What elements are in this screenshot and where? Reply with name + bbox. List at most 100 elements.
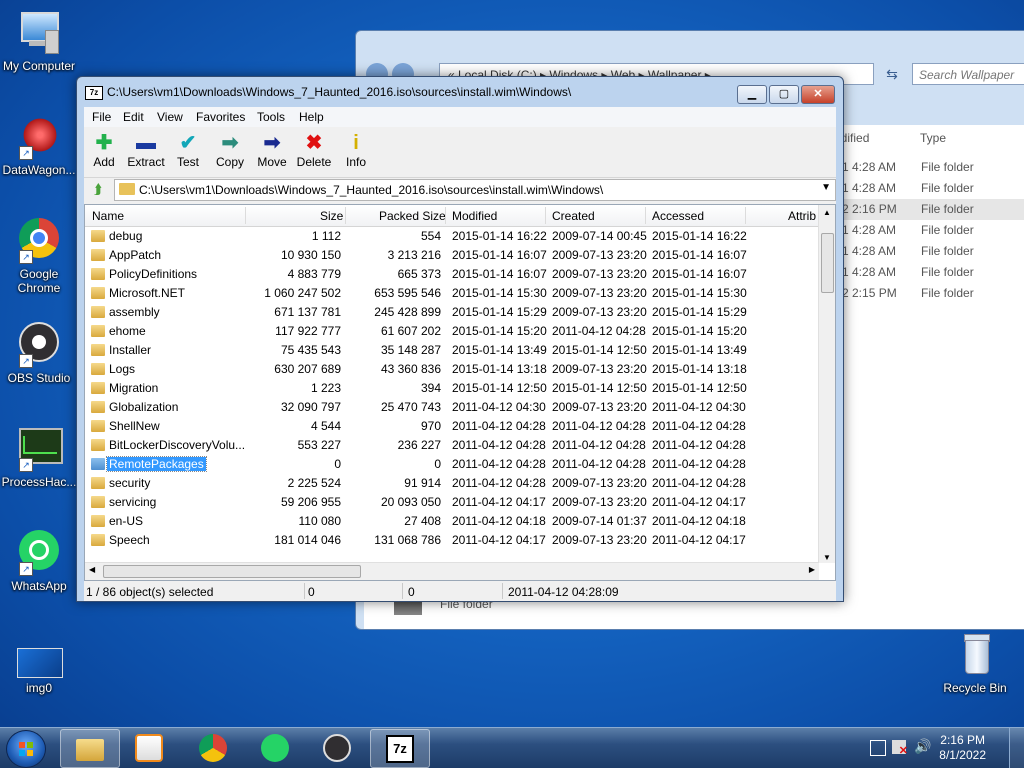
row-name: security [109,476,151,490]
menu-favorites[interactable]: Favorites [196,110,245,124]
explorer-search-input[interactable]: Search Wallpaper [912,63,1024,85]
column-type[interactable]: Type [920,131,946,145]
title-bar[interactable]: 7z C:\Users\vm1\Downloads\Windows_7_Haun… [77,77,843,107]
column-accessed[interactable]: Accessed [652,209,704,223]
test-icon: ✔ [179,132,197,154]
7zip-window[interactable]: 7z C:\Users\vm1\Downloads\Windows_7_Haun… [76,76,844,602]
start-button[interactable] [6,730,46,768]
desktop-icon-processhacker[interactable]: ↗ ProcessHac... [0,424,78,489]
status-modified: 2011-04-12 04:28:09 [508,585,619,599]
desktop-icon-whatsapp[interactable]: ↗ WhatsApp [0,528,78,593]
row-created: 2009-07-13 23:20 [552,495,647,509]
row-modified: 2011-04-12 04:28 [452,438,546,452]
folder-up-icon[interactable]: ⮭ [89,181,107,199]
row-created: 2015-01-14 12:50 [552,381,647,395]
table-row[interactable]: PolicyDefinitions 4 883 779 665 373 2015-01… [85,265,819,284]
table-row[interactable]: ShellNew 4 544 970 2011-04-12 04:28 2011-04-… [85,417,819,436]
row-size: 4 883 779 [287,267,341,281]
delete-button[interactable]: ✖ Delete [294,131,334,169]
network-icon[interactable]: ✕ [892,740,908,757]
table-row[interactable]: AppPatch 10 930 150 3 213 216 2015-01-14 16… [85,246,819,265]
table-row[interactable]: ehome 117 922 777 61 607 202 2015-01-14 15:… [85,322,819,341]
vertical-scrollbar[interactable]: ▲ ▼ [818,205,835,563]
folder-icon [91,496,105,508]
desktop-icon-recycle-bin[interactable]: Recycle Bin [936,630,1014,695]
scroll-thumb[interactable] [103,565,361,578]
processhacker-icon: ↗ [15,424,63,472]
row-size: 181 014 046 [274,533,341,547]
table-row[interactable]: Globalization 32 090 797 25 470 743 2011-04… [85,398,819,417]
desktop-icon-img0[interactable]: img0 [0,646,78,695]
column-attrib[interactable]: Attrib [788,209,816,223]
row-packed: 35 148 287 [380,343,441,357]
row-size: 630 207 689 [274,362,341,376]
show-desktop-button[interactable] [1009,728,1024,768]
table-row[interactable]: servicing 59 206 955 20 093 050 2011-04-12 … [85,493,819,512]
maximize-button[interactable]: ▢ [769,85,799,104]
file-list[interactable]: Name Size Packed Size Modified Created A… [84,204,836,581]
taskbar-obs-button[interactable] [308,729,366,766]
column-name[interactable]: Name [92,209,124,223]
table-row[interactable]: Microsoft.NET 1 060 247 502 653 595 546 201… [85,284,819,303]
action-center-icon[interactable] [870,740,886,756]
recycle-bin-icon [951,630,999,678]
taskbar: 7z ✕ 🔊 2:16 PM 8/1/2022 [0,727,1024,768]
add-label: Add [93,155,115,169]
table-row[interactable]: Migration 1 223 394 2015-01-14 12:50 2015-01… [85,379,819,398]
menu-view[interactable]: View [157,110,183,124]
extract-button[interactable]: ▬ Extract [122,131,170,169]
table-row[interactable]: en-US 110 080 27 408 2011-04-12 04:18 2009-0… [85,512,819,531]
table-row[interactable]: debug 1 112 554 2015-01-14 16:22 2009-07-14 … [85,227,819,246]
chevron-down-icon[interactable]: ▼ [821,182,831,193]
table-row[interactable]: assembly 671 137 781 245 428 899 2015-01-14… [85,303,819,322]
table-row[interactable]: security 2 225 524 91 914 2011-04-12 04:28 2… [85,474,819,493]
test-label: Test [176,155,199,169]
row-accessed: 2011-04-12 04:17 [652,495,746,509]
column-size[interactable]: Size [320,209,343,223]
info-button[interactable]: i Info [338,131,374,169]
refresh-icon[interactable]: ⇆ [882,63,902,85]
horizontal-scrollbar[interactable]: ◀ ▶ [85,562,819,580]
taskbar-7zip-button[interactable]: 7z [370,729,430,768]
path-input[interactable]: C:\Users\vm1\Downloads\Windows_7_Haunted… [114,179,836,201]
row-created: 2009-07-13 23:20 [552,267,647,281]
row-size: 32 090 797 [280,400,341,414]
desktop-icon-chrome[interactable]: ↗ Google Chrome [0,216,78,295]
7zip-icon: 7z [386,735,414,763]
scroll-thumb[interactable] [821,233,834,293]
menu-tools[interactable]: Tools [257,110,285,124]
add-button[interactable]: ✚ Add [86,131,122,169]
minimize-button[interactable]: ▁ [737,85,767,104]
table-row[interactable]: BitLockerDiscoveryVolu... 553 227 236 227 2… [85,436,819,455]
test-button[interactable]: ✔ Test [170,131,206,169]
menu-help[interactable]: Help [299,110,324,124]
table-row[interactable]: RemotePackages 0 0 2011-04-12 04:28 2011-04-… [85,455,819,474]
copy-button[interactable]: ➡ Copy [210,131,250,169]
move-label: Move [257,155,287,169]
table-row[interactable]: Speech 181 014 046 131 068 786 2011-04-12 0… [85,531,819,550]
table-row[interactable]: Logs 630 207 689 43 360 836 2015-01-14 13:1… [85,360,819,379]
folder-icon [91,287,105,299]
row-name: servicing [109,495,157,509]
desktop-icon-obs[interactable]: ↗ OBS Studio [0,320,78,385]
taskbar-explorer-button[interactable] [60,729,120,768]
row-packed: 554 [420,229,441,243]
column-packed-size[interactable]: Packed Size [379,209,446,223]
desktop-icon-my-computer[interactable]: My Computer [0,8,78,73]
close-button[interactable]: ✕ [801,85,835,104]
menu-file[interactable]: File [92,110,111,124]
volume-icon[interactable]: 🔊 [914,738,931,755]
column-created[interactable]: Created [552,209,595,223]
row-modified: 2015-01-14 12:50 [452,381,547,395]
desktop-icon-datawagon[interactable]: ↗ DataWagon... [0,112,78,177]
column-modified[interactable]: Modified [452,209,497,223]
taskbar-chrome-button[interactable] [184,729,242,766]
move-button[interactable]: ➡ Move [252,131,292,169]
datawagon-icon: ↗ [15,112,63,160]
desktop-icon-label: WhatsApp [11,579,67,593]
taskbar-media-player-button[interactable] [120,729,178,766]
menu-edit[interactable]: Edit [123,110,144,124]
table-row[interactable]: Installer 75 435 543 35 148 287 2015-01-14 … [85,341,819,360]
clock[interactable]: 2:16 PM 8/1/2022 [939,733,986,763]
taskbar-whatsapp-button[interactable] [246,729,304,766]
